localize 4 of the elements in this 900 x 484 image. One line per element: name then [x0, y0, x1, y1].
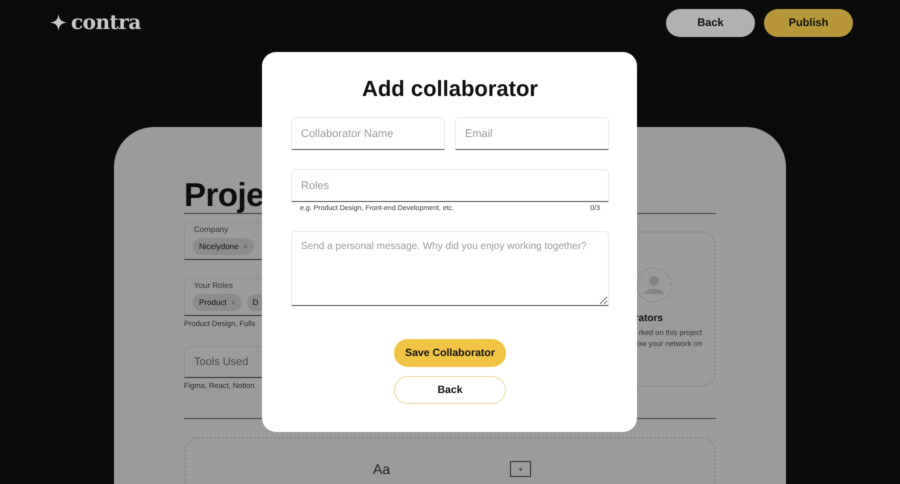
- project-title: Proje: [184, 177, 264, 213]
- modal-title: Add collaborator: [360, 76, 539, 102]
- field-label: Company: [194, 225, 230, 235]
- field-label: Your Roles: [194, 281, 234, 291]
